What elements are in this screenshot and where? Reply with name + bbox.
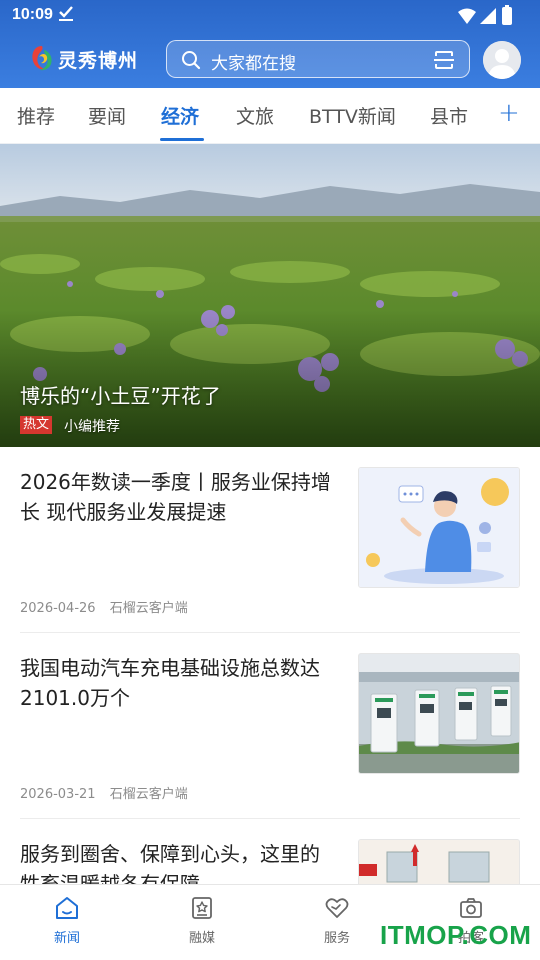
nav-service[interactable]: 服务 (297, 895, 377, 951)
nav-label-media: 融媒 (188, 931, 215, 946)
channel-tabs: 推荐 要闻 经济 文旅 BTTV新闻 县市 + (0, 88, 540, 144)
news-source: 石榴云客户端 (109, 601, 188, 616)
media-icon (192, 897, 212, 919)
hot-badge: 热文 (20, 416, 53, 434)
active-tab-indicator (160, 138, 204, 141)
tab-recommend[interactable]: 推荐 (17, 102, 55, 129)
news-date: 2026-03-21 (20, 787, 96, 802)
news-title: 2026年数读一季度丨服务业保持增长 现代服务业发展提速 (20, 470, 331, 524)
signal-icon (480, 8, 496, 24)
battery-icon (502, 5, 512, 25)
news-item[interactable]: 2026年数读一季度丨服务业保持增长 现代服务业发展提速 2026-04-26 … (0, 447, 540, 633)
tab-economy[interactable]: 经济 (161, 102, 199, 129)
search-placeholder: 大家都在搜 (211, 54, 296, 74)
search-bar[interactable]: 大家都在搜 (166, 40, 470, 78)
hero-title: 博乐的“小土豆”开花了 (20, 384, 221, 408)
heart-icon (325, 898, 349, 918)
add-channel-button[interactable]: + (498, 98, 520, 128)
logo-text: 灵秀博州 (58, 50, 139, 72)
news-thumbnail (358, 653, 520, 774)
news-source: 石榴云客户端 (109, 787, 188, 802)
hero-banner[interactable]: 博乐的“小土豆”开花了 热文 小编推荐 (0, 144, 540, 447)
camera-icon (460, 898, 482, 918)
tab-headlines[interactable]: 要闻 (88, 102, 126, 129)
logo-mark-icon (32, 46, 52, 71)
search-icon (182, 51, 201, 70)
tab-bttv-news[interactable]: BTTV新闻 (309, 102, 396, 129)
news-meta: 2026-03-21 石榴云客户端 (20, 783, 188, 802)
status-time: 10:09 (12, 6, 53, 23)
app-logo[interactable]: 灵秀博州 (30, 44, 142, 72)
app-header: 10:09 灵秀博州 大家都在搜 (0, 0, 540, 88)
user-avatar[interactable] (483, 41, 521, 79)
news-title: 我国电动汽车充电基础设施总数达2101.0万个 (20, 656, 320, 710)
wifi-icon (458, 8, 476, 24)
nav-label-service: 服务 (323, 931, 350, 946)
download-done-icon (58, 4, 74, 26)
avatar-person-icon (483, 41, 521, 79)
tab-culture-tourism[interactable]: 文旅 (236, 102, 274, 129)
news-date: 2026-04-26 (20, 601, 96, 616)
nav-media[interactable]: 融媒 (162, 895, 242, 951)
tab-counties[interactable]: 县市 (430, 102, 468, 129)
nav-label-news: 新闻 (53, 931, 80, 946)
status-bar: 10:09 (0, 0, 540, 32)
service-illustration-image (359, 468, 519, 587)
home-icon (56, 897, 78, 919)
status-icons (448, 5, 528, 26)
hero-source: 小编推荐 (64, 419, 120, 435)
nav-news[interactable]: 新闻 (27, 895, 107, 951)
news-meta: 2026-04-26 石榴云客户端 (20, 597, 188, 616)
news-item[interactable]: 我国电动汽车充电基础设施总数达2101.0万个 2026-03-21 石榴云客户… (0, 633, 540, 819)
scan-icon[interactable] (433, 49, 455, 71)
site-watermark: ITMOP.COM (380, 920, 532, 950)
news-thumbnail (358, 467, 520, 588)
charging-stations-image (359, 654, 519, 773)
